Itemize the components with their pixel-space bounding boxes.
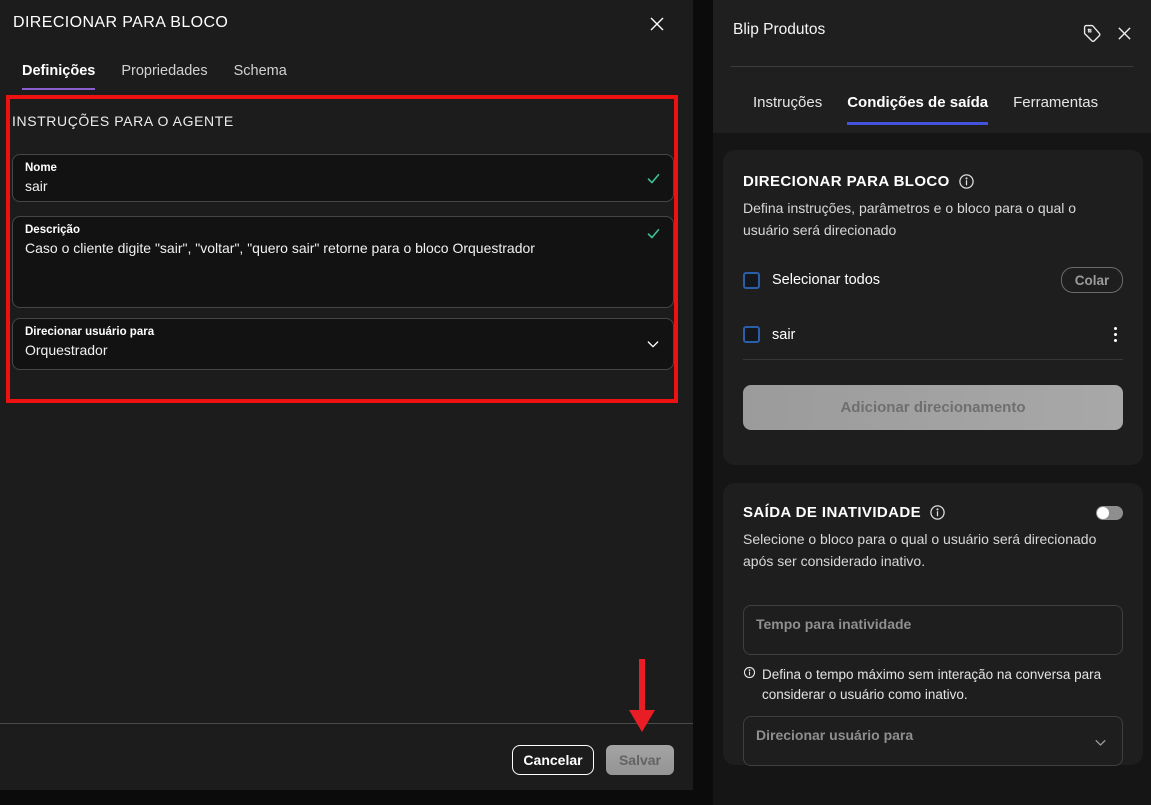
valid-check-icon [646, 226, 661, 241]
footer-divider [0, 723, 693, 724]
paste-button[interactable]: Colar [1061, 267, 1123, 293]
modal-title: DIRECIONAR PARA BLOCO [13, 14, 228, 32]
block-sidebar-panel: Blip Produtos Instruções [713, 0, 1151, 805]
red-arrow-head [629, 710, 655, 732]
tab-condicoes-de-saida[interactable]: Condições de saída [847, 94, 988, 125]
panel-tabs: Instruções Condições de saída Ferramenta… [753, 94, 1098, 125]
inactivity-toggle[interactable] [1096, 506, 1123, 520]
tab-propriedades[interactable]: Propriedades [121, 63, 207, 90]
item-label: sair [772, 327, 795, 343]
description-field-value[interactable]: Caso o cliente digite "sair", "voltar", … [25, 240, 661, 256]
info-icon[interactable] [929, 504, 946, 521]
close-icon[interactable] [644, 11, 670, 37]
inactivity-card-title: SAÍDA DE INATIVIDADE [743, 504, 921, 521]
inactivity-note: Defina o tempo máximo sem interação na c… [743, 665, 1123, 704]
info-icon [743, 666, 756, 679]
inactivity-note-text: Defina o tempo máximo sem interação na c… [762, 665, 1123, 704]
redirect-user-select[interactable]: Direcionar usuário para Orquestrador [12, 318, 674, 370]
redirect-to-block-card: DIRECIONAR PARA BLOCO Defina instruções,… [723, 150, 1143, 465]
block-name-title: Blip Produtos [733, 21, 825, 39]
chevron-down-icon[interactable] [645, 336, 661, 352]
redirect-select-label: Direcionar usuário para [25, 326, 661, 338]
select-all-label: Selecionar todos [772, 272, 880, 288]
select-all-checkbox[interactable] [743, 272, 760, 289]
name-field-label: Nome [25, 162, 661, 174]
block-config-modal: DIRECIONAR PARA BLOCO Definições Proprie… [0, 0, 693, 790]
list-divider [743, 359, 1123, 360]
agent-instructions-section-title: INSTRUÇÕES PARA O AGENTE [12, 113, 234, 129]
redirect-list-item: sair [743, 324, 1123, 345]
tab-instrucoes[interactable]: Instruções [753, 94, 822, 125]
screen: DIRECIONAR PARA BLOCO Definições Proprie… [0, 0, 1151, 805]
tab-ferramentas[interactable]: Ferramentas [1013, 94, 1098, 125]
inactivity-time-placeholder: Tempo para inatividade [756, 616, 1110, 632]
description-field[interactable]: Descrição Caso o cliente digite "sair", … [12, 216, 674, 308]
panel-header: Blip Produtos Instruções [713, 0, 1151, 133]
tag-icon[interactable] [1081, 22, 1103, 44]
close-icon[interactable] [1113, 22, 1135, 44]
inactivity-redirect-select[interactable]: Direcionar usuário para [743, 716, 1123, 766]
kebab-menu-icon[interactable] [1108, 324, 1123, 345]
redirect-select-value[interactable]: Orquestrador [25, 342, 661, 358]
tab-schema[interactable]: Schema [234, 63, 287, 90]
inactivity-card-description: Selecione o bloco para o qual o usuário … [743, 528, 1123, 572]
panel-header-icons [1081, 22, 1135, 44]
description-field-label: Descrição [25, 224, 661, 236]
tab-definicoes[interactable]: Definições [22, 63, 95, 90]
inactivity-time-input[interactable]: Tempo para inatividade [743, 605, 1123, 655]
modal-tabs: Definições Propriedades Schema [22, 63, 287, 90]
save-button[interactable]: Salvar [606, 745, 674, 775]
cancel-button[interactable]: Cancelar [512, 745, 594, 775]
redirect-card-title: DIRECIONAR PARA BLOCO [743, 173, 950, 190]
info-icon[interactable] [958, 173, 975, 190]
red-arrow-annotation [639, 659, 645, 712]
header-divider [731, 66, 1133, 67]
inactivity-exit-card: SAÍDA DE INATIVIDADE Selecione o bloco p… [723, 483, 1143, 765]
chevron-down-icon[interactable] [1093, 735, 1108, 750]
valid-check-icon [646, 171, 661, 186]
add-redirect-button[interactable]: Adicionar direcionamento [743, 385, 1123, 430]
name-field-value[interactable]: sair [25, 178, 661, 194]
item-checkbox[interactable] [743, 326, 760, 343]
name-field[interactable]: Nome sair [12, 154, 674, 202]
inactivity-redirect-placeholder: Direcionar usuário para [756, 727, 1110, 743]
redirect-card-description: Defina instruções, parâmetros e o bloco … [743, 197, 1123, 241]
